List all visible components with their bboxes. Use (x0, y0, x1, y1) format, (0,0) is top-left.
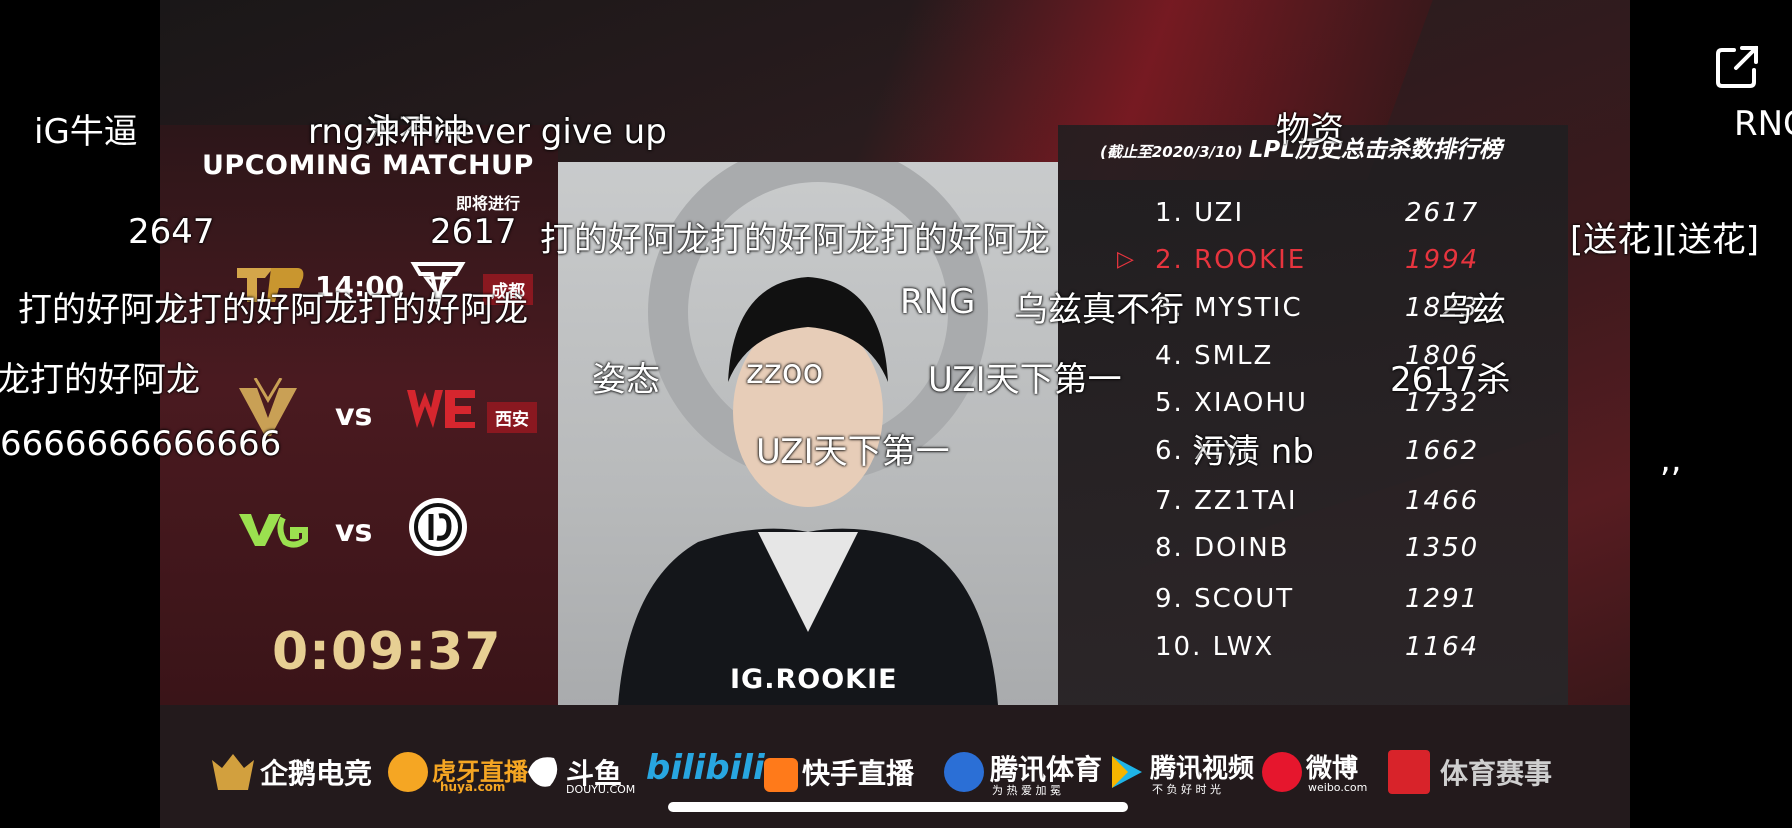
sponsor-tencent-video-sub: 不 负 好 时 光 (1152, 783, 1221, 796)
matchup-subtitle: 即将进行 (456, 194, 521, 213)
danmaku-comment: rng永不never give up (308, 112, 667, 152)
ranking-row: 3. MYSTIC 1823 (1155, 293, 1485, 333)
sponsor-qie: 企鹅电竞 (260, 757, 373, 790)
ranking-row: 7. ZZ1TAI 1466 (1155, 486, 1485, 526)
danmaku-comment: 物资 (1276, 110, 1344, 150)
ranking-row: 10. LWX 1164 (1155, 632, 1485, 672)
danmaku-comment: RNG (900, 282, 976, 322)
ranking-score: 1994 (1405, 245, 1480, 275)
player-name-caption: IG.ROOKIE (730, 664, 898, 695)
ranking-score: 1662 (1405, 436, 1480, 466)
ranking-name: 4. SMLZ (1155, 341, 1274, 371)
tencent-video-logo-icon (1112, 756, 1142, 788)
ranking-name: 8. DOINB (1155, 533, 1290, 563)
danmaku-comment: 打的好阿龙打的好阿龙打的好阿龙 (540, 220, 1050, 260)
danmaku-comment: ,, (1660, 440, 1682, 480)
ranking-name: 5. XIAOHU (1155, 388, 1308, 418)
danmaku-comment: [送花][送花] (1570, 220, 1760, 260)
danmaku-comment: 2647 (128, 212, 215, 252)
ranking-name: 1. UZI (1155, 198, 1245, 228)
ranking-score: 1291 (1405, 584, 1480, 614)
danmaku-comment: iG牛逼 (34, 112, 138, 152)
danmaku-comment: 姿态 (592, 360, 660, 400)
matchup-row-3: vs (205, 492, 545, 566)
sponsor-bilibili: bilibili (646, 748, 765, 788)
ranking-score: 1350 (1405, 533, 1480, 563)
ranking-score: 1164 (1405, 632, 1480, 662)
ranking-name: 9. SCOUT (1155, 584, 1295, 614)
huya-logo-icon (388, 752, 428, 792)
sponsor-kuaishou: 快手直播 (802, 757, 915, 790)
ranking-score: 1466 (1405, 486, 1480, 516)
danmaku-comment: 污渍 nb (1192, 432, 1314, 472)
highlight-marker-icon: ▷ (1117, 247, 1136, 272)
danmaku-comment: RNG (1734, 104, 1792, 144)
ig-logo-icon (409, 498, 467, 556)
ranking-row: 1. UZI 2617 (1155, 198, 1485, 238)
kuaishou-logo-icon (764, 758, 798, 792)
ranking-row: 8. DOINB 1350 (1155, 533, 1485, 573)
vs-label: vs (335, 514, 373, 549)
tencent-sports-logo-icon (944, 752, 984, 792)
home-indicator[interactable] (668, 802, 1128, 812)
sponsor-weibo: 微博 (1306, 754, 1359, 784)
sponsor-sports-events: 体育赛事 (1440, 757, 1553, 790)
danmaku-comment: 6666666666666 (0, 424, 282, 464)
douyu-logo-icon (528, 757, 558, 787)
sponsor-huya-sub: huya.com (440, 780, 506, 794)
ranking-name: 7. ZZ1TAI (1155, 486, 1298, 516)
danmaku-comment: UZI天下第一 (756, 432, 950, 472)
matchup-title: UPCOMING MATCHUP (202, 150, 534, 181)
sponsor-tencent-sports-sub: 为 热 爱 加 冕 (992, 784, 1061, 797)
weibo-logo-icon (1262, 752, 1302, 792)
ranking-row-highlight: ▷ 2. ROOKIE 1994 (1117, 245, 1485, 285)
sponsor-weibo-sub: weibo.com (1308, 781, 1368, 794)
ranking-name: 2. ROOKIE (1155, 245, 1307, 275)
vs-label: vs (335, 398, 373, 433)
danmaku-comment: 2617 (430, 212, 517, 252)
countdown-timer: 0:09:37 (272, 622, 502, 682)
ranking-name: 10. LWX (1155, 632, 1275, 662)
ranking-score: 2617 (1405, 198, 1480, 228)
danmaku-comment: UZI天下第一 (928, 360, 1122, 400)
sponsor-tencent-video: 腾讯视频 (1150, 754, 1255, 784)
share-icon[interactable] (1712, 42, 1762, 92)
danmaku-comment: 2617杀 (1390, 360, 1511, 400)
danmaku-comment: zzoo (746, 352, 824, 392)
vg-logo-icon (239, 514, 308, 548)
danmaku-comment: 打的好阿龙打的好阿龙打的好阿龙 (18, 290, 528, 330)
we-logo-icon (407, 390, 475, 428)
sports-events-logo-icon (1388, 750, 1430, 794)
danmaku-comment: 冲冲冲 (366, 112, 468, 152)
penguin-esports-logo-icon (212, 754, 254, 790)
danmaku-comment: 乌兹真不行 (1014, 290, 1184, 330)
danmaku-comment: 龙打的好阿龙 (0, 360, 200, 400)
sponsor-douyu-sub: DOUYU.COM (566, 783, 636, 796)
we-city-badge: 西安 (487, 402, 537, 433)
ranking-row: 9. SCOUT 1291 (1155, 584, 1485, 624)
ranking-date-note: (截止至2020/3/10) (1100, 143, 1243, 161)
danmaku-comment: 乌兹 (1438, 290, 1506, 330)
